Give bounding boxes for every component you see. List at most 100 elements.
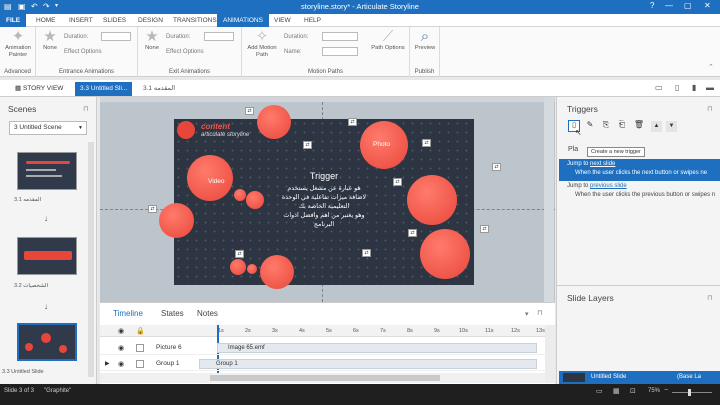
layer-item[interactable]: Untitled Slide (Base La bbox=[559, 371, 720, 384]
entrance-none-button[interactable]: ★ None bbox=[39, 29, 61, 52]
story-view-tab[interactable]: ▦ STORY VIEW bbox=[10, 82, 68, 96]
circle-left[interactable] bbox=[159, 203, 194, 238]
tab-states[interactable]: States bbox=[161, 309, 184, 318]
zoom-out-icon[interactable]: − bbox=[664, 387, 668, 394]
phone-landscape-icon[interactable]: ▬ bbox=[706, 83, 714, 92]
motion-duration-field[interactable] bbox=[322, 32, 358, 41]
circle-bottom-right[interactable] bbox=[420, 229, 470, 279]
collapse-ribbon-icon[interactable]: ⌃ bbox=[708, 63, 714, 71]
minimize-icon[interactable]: — bbox=[665, 1, 673, 10]
close-icon[interactable]: ✕ bbox=[704, 1, 711, 10]
scenes-scrollbar[interactable] bbox=[88, 142, 94, 377]
player-triggers-header[interactable]: Pla bbox=[568, 146, 578, 153]
eye-icon[interactable]: ◉ bbox=[118, 344, 124, 352]
maximize-icon[interactable]: ▢ bbox=[684, 1, 692, 10]
circle-right[interactable] bbox=[407, 175, 457, 225]
add-motion-path-button[interactable]: ✧ Add Motion Path bbox=[244, 29, 280, 59]
delete-icon[interactable]: 🗑 bbox=[633, 120, 645, 132]
trigger-item-next[interactable]: Jump to next slide When the user clicks … bbox=[559, 159, 720, 181]
trigger-marker-icon[interactable]: ⇄ bbox=[362, 249, 371, 257]
fit-icon[interactable]: ⊡ bbox=[630, 387, 636, 395]
trigger-body[interactable]: هو عبارة عن مشغل يستخدم لاضافة ميزات تفا… bbox=[259, 184, 389, 229]
brand-logo-circle[interactable] bbox=[177, 121, 195, 139]
paste-icon[interactable]: ⎗ bbox=[616, 120, 628, 132]
timeline-clip[interactable]: Group 1 bbox=[199, 359, 537, 369]
scene-thumb-2[interactable] bbox=[17, 237, 77, 275]
trigger-marker-icon[interactable]: ⇄ bbox=[408, 229, 417, 237]
tab-insert[interactable]: INSERT bbox=[63, 14, 99, 27]
lock-checkbox[interactable] bbox=[136, 360, 144, 368]
circle-top[interactable] bbox=[257, 105, 291, 139]
entrance-duration-field[interactable] bbox=[101, 32, 131, 41]
tab-timeline[interactable]: Timeline bbox=[113, 309, 143, 318]
trigger-marker-icon[interactable]: ⇄ bbox=[348, 118, 357, 126]
brand-title[interactable]: content bbox=[201, 122, 230, 131]
trigger-marker-icon[interactable]: ⇄ bbox=[235, 250, 244, 258]
tab-file[interactable]: FILE bbox=[0, 14, 27, 27]
trigger-marker-icon[interactable]: ⇄ bbox=[480, 225, 489, 233]
timeline-pin-icon[interactable]: ⊓ bbox=[537, 309, 542, 317]
trigger-marker-icon[interactable]: ⇄ bbox=[492, 163, 501, 171]
exit-duration-field[interactable] bbox=[204, 32, 234, 41]
trigger-marker-icon[interactable]: ⇄ bbox=[148, 205, 157, 213]
slide-tab-active[interactable]: 3.3 Untitled Sli... bbox=[75, 82, 133, 96]
trigger-marker-icon[interactable]: ⇄ bbox=[245, 107, 254, 115]
trigger-marker-icon[interactable]: ⇄ bbox=[422, 139, 431, 147]
help-icon[interactable]: ? bbox=[650, 1, 654, 10]
expand-icon[interactable]: ▶ bbox=[105, 360, 110, 367]
tab-transitions[interactable]: TRANSITIONS bbox=[167, 14, 223, 27]
tab-slides[interactable]: SLIDES bbox=[97, 14, 132, 27]
circle-bottom-a[interactable] bbox=[230, 259, 246, 275]
scene-thumb-3[interactable] bbox=[17, 323, 77, 361]
trigger-heading[interactable]: Trigger bbox=[259, 171, 389, 181]
motion-name-field[interactable] bbox=[322, 47, 358, 56]
brand-subtitle[interactable]: articulate storyline bbox=[201, 132, 249, 138]
lock-checkbox[interactable] bbox=[136, 344, 144, 352]
timeline-vscroll[interactable] bbox=[545, 325, 555, 383]
tab-home[interactable]: HOME bbox=[30, 14, 62, 27]
timeline-scrollbar[interactable] bbox=[100, 373, 545, 383]
tab-notes[interactable]: Notes bbox=[197, 309, 218, 318]
timeline-menu-icon[interactable]: ▾ bbox=[525, 310, 529, 318]
tab-help[interactable]: HELP bbox=[298, 14, 327, 27]
exit-effect-options[interactable]: Effect Options bbox=[166, 49, 204, 55]
edit-trigger-icon[interactable]: ✎ bbox=[584, 120, 596, 132]
pin-icon[interactable]: ⊓ bbox=[707, 294, 712, 302]
scene-dropdown[interactable]: 3 Untitled Scene ▼ bbox=[9, 121, 87, 135]
path-options-button[interactable]: ⟋ Path Options bbox=[370, 29, 406, 52]
preview-button[interactable]: ⌕ Preview bbox=[412, 29, 438, 52]
trigger-link[interactable]: next slide bbox=[590, 161, 615, 167]
eye-icon[interactable]: ◉ bbox=[118, 327, 124, 335]
tab-design[interactable]: DESIGN bbox=[132, 14, 169, 27]
tab-animations[interactable]: ANIMATIONS bbox=[217, 14, 269, 27]
tablet-view-icon[interactable]: ▯ bbox=[675, 83, 679, 92]
grid-view-icon[interactable]: ▦ bbox=[613, 387, 620, 395]
trigger-link[interactable]: previous slide bbox=[590, 183, 627, 189]
stage-scrollbar[interactable] bbox=[544, 97, 554, 302]
trigger-marker-icon[interactable]: ⇄ bbox=[303, 141, 312, 149]
desktop-view-icon[interactable]: ▭ bbox=[655, 83, 663, 92]
eye-icon[interactable]: ◉ bbox=[118, 360, 124, 368]
circle-bottom-c[interactable] bbox=[247, 264, 257, 274]
entrance-effect-options[interactable]: Effect Options bbox=[64, 49, 102, 55]
timeline-row[interactable]: ◉ Picture 6 Image 65.emf bbox=[100, 341, 545, 355]
move-down-icon[interactable]: ▼ bbox=[666, 121, 677, 132]
zoom-thumb[interactable] bbox=[688, 389, 691, 396]
timeline-row[interactable]: ▶ ◉ Group 1 Group 1 bbox=[100, 357, 545, 371]
pin-icon[interactable]: ⊓ bbox=[707, 105, 712, 113]
circle-small-a[interactable] bbox=[234, 189, 246, 201]
trigger-marker-icon[interactable]: ⇄ bbox=[393, 178, 402, 186]
trigger-item-previous[interactable]: Jump to previous slide When the user cli… bbox=[559, 181, 720, 203]
scene-thumb-1[interactable] bbox=[17, 152, 77, 190]
exit-none-button[interactable]: ★ None bbox=[141, 29, 163, 52]
slide-tab-other[interactable]: 3.1 المقدمه bbox=[138, 82, 180, 96]
phone-view-icon[interactable]: ▮ bbox=[692, 83, 696, 92]
timeline-clip[interactable]: Image 65.emf bbox=[217, 343, 537, 353]
scroll-thumb[interactable] bbox=[210, 375, 440, 381]
copy-icon[interactable]: ⎘ bbox=[600, 120, 612, 132]
animation-painter-button[interactable]: ✦ Animation Painter bbox=[2, 29, 34, 59]
normal-view-icon[interactable]: ▭ bbox=[596, 387, 603, 395]
zoom-slider[interactable] bbox=[672, 392, 712, 393]
circle-bottom-b[interactable] bbox=[260, 255, 294, 289]
tab-view[interactable]: VIEW bbox=[268, 14, 297, 27]
